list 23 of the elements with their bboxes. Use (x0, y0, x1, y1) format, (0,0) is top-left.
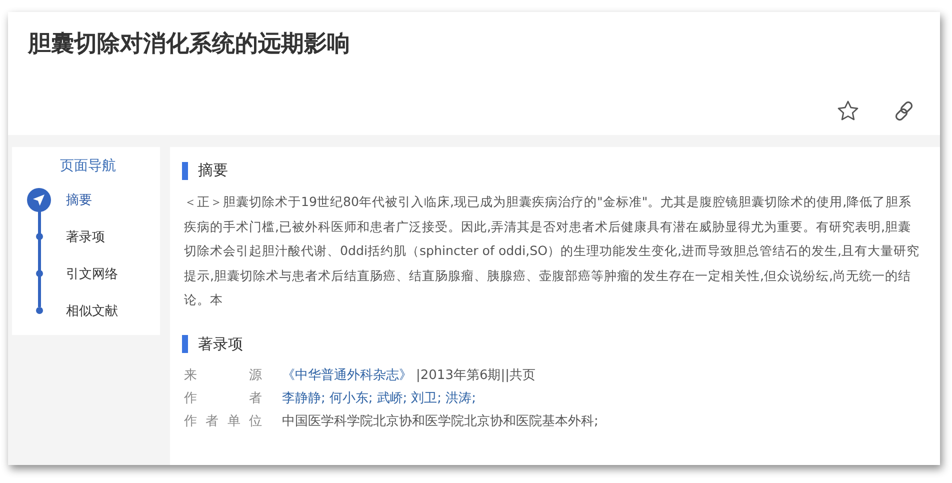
nav-item[interactable]: 著录项 (26, 218, 160, 255)
heading-marker (182, 162, 188, 180)
link[interactable]: 武峤; (376, 386, 408, 410)
field-label: 作 者 (184, 390, 262, 408)
abstract-text: ＜正＞胆囊切除术于19世纪80年代被引入临床,现已成为胆囊疾病治疗的"金标准"。尤其是腹腔镜胆囊切除术的使用,降低了胆系疾病的手术门槛,已被外科医师和患者广泛接受。因此,弄清其是否对患者术后健康具有潜在威胁显得尤为重要。有研究表明,胆囊切除术会引起胆汁酸代谢、0ddi括约肌（sphincter of oddi,SO）的生理功能发生变化,进而导致胆总管结石的发生,且有大量研究提示,胆囊切除术与患者术后结直肠癌、结直肠腺瘤、胰腺癌、壶腹部癌等肿瘤的发生存在一定相关性,但众说纷纭,尚无统一的结论。本 (184, 193, 920, 309)
field-label: 作 者 单 位 (184, 412, 262, 430)
link[interactable]: 洪涛; (446, 386, 476, 410)
field-value: |2013年第6期||共页 (416, 366, 536, 384)
link[interactable]: 李静静; (282, 386, 326, 410)
nav-title: 页面导航 (59, 157, 117, 175)
nav-item[interactable]: 摘要 (26, 181, 160, 218)
section-heading: 著录项 (198, 334, 243, 354)
section-heading: 摘要 (198, 161, 228, 180)
page-title: 胆囊切除对消化系统的远期影响 (28, 30, 351, 59)
heading-marker (182, 335, 188, 353)
nav-item[interactable]: 相似文献 (26, 292, 160, 329)
link[interactable]: 何小东; (329, 386, 373, 410)
field-value: 中国医学科学院北京协和医学院北京协和医院基本外科; (282, 412, 598, 430)
link[interactable]: 刘卫; (411, 386, 442, 410)
field-label: 来 源 (184, 366, 262, 384)
link[interactable]: 《中华普通外科杂志》 (282, 364, 412, 386)
nav-item[interactable]: 引文网络 (26, 255, 160, 292)
star-icon[interactable] (836, 99, 860, 123)
